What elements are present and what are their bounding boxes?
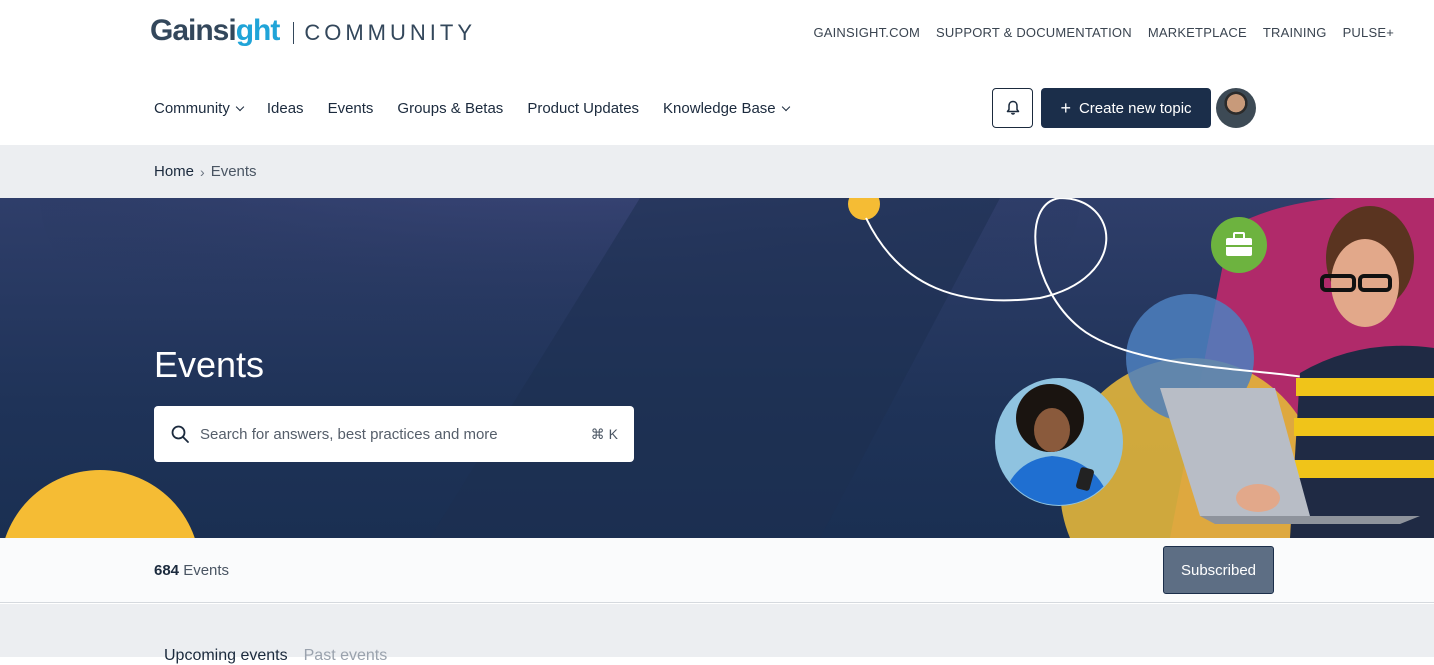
nav-knowledge-base-label: Knowledge Base: [663, 100, 776, 117]
util-link-pulse[interactable]: PULSE+: [1343, 25, 1394, 40]
util-link-training[interactable]: TRAINING: [1263, 25, 1327, 40]
plus-icon: +: [1060, 98, 1071, 118]
breadcrumb-bar: Home › Events: [0, 145, 1434, 198]
util-link-gainsight[interactable]: GAINSIGHT.COM: [813, 25, 920, 40]
nav-ideas[interactable]: Ideas: [267, 100, 304, 117]
breadcrumb-current: Events: [210, 163, 257, 180]
logo-divider: [293, 22, 295, 44]
events-count: 684 Events: [154, 562, 229, 579]
subscribed-button[interactable]: Subscribed: [1163, 546, 1274, 594]
search-box[interactable]: ⌘ K: [154, 406, 634, 462]
events-tabs-area: Upcoming events Past events: [0, 604, 1434, 664]
gainsight-community-logo[interactable]: Gainsight COMMUNITY: [150, 14, 476, 48]
breadcrumb-separator: ›: [200, 163, 205, 180]
logo-accent: ght: [235, 14, 281, 47]
page-title: Events: [154, 344, 265, 385]
logo-wordmark: Gainsight: [150, 14, 281, 47]
nav-community[interactable]: Community: [154, 100, 245, 117]
notifications-button[interactable]: [992, 88, 1033, 128]
breadcrumb: Home › Events: [154, 163, 257, 180]
create-new-topic-label: Create new topic: [1078, 99, 1192, 117]
tab-upcoming-events[interactable]: Upcoming events: [164, 647, 288, 665]
events-hero-banner: Events ⌘ K: [0, 198, 1434, 538]
tab-past-events[interactable]: Past events: [304, 647, 388, 665]
chevron-down-icon: [235, 102, 245, 112]
nav-groups-betas[interactable]: Groups & Betas: [397, 100, 503, 117]
main-navigation: Community Ideas Events Groups & Betas Pr…: [0, 72, 1434, 144]
events-count-label: Events: [183, 562, 230, 579]
nav-ideas-label: Ideas: [266, 100, 304, 117]
nav-community-label: Community: [154, 100, 230, 117]
breadcrumb-home[interactable]: Home: [154, 163, 194, 180]
nav-knowledge-base[interactable]: Knowledge Base: [663, 100, 790, 117]
logo-community-text: COMMUNITY: [304, 20, 476, 45]
events-count-bar: 684 Events Subscribed: [0, 538, 1434, 603]
search-input[interactable]: [200, 425, 591, 443]
util-link-support[interactable]: SUPPORT & DOCUMENTATION: [936, 25, 1132, 40]
bell-icon: [1006, 100, 1019, 115]
nav-events[interactable]: Events: [328, 100, 374, 117]
nav-groups-label: Groups & Betas: [397, 100, 504, 117]
nav-events-label: Events: [327, 100, 374, 117]
nav-product-updates[interactable]: Product Updates: [527, 100, 639, 117]
util-link-marketplace[interactable]: MARKETPLACE: [1148, 25, 1247, 40]
keyboard-shortcut-hint: ⌘ K: [590, 425, 618, 442]
nav-items: Community Ideas Events Groups & Betas Pr…: [154, 100, 790, 117]
chevron-down-icon: [781, 102, 790, 112]
nav-product-updates-label: Product Updates: [527, 100, 640, 117]
user-avatar[interactable]: [1216, 88, 1256, 128]
top-utility-bar: Gainsight COMMUNITY GAINSIGHT.COM SUPPOR…: [0, 0, 1434, 70]
search-icon: [171, 425, 189, 443]
events-count-number: 684: [154, 562, 180, 579]
utility-links: GAINSIGHT.COM SUPPORT & DOCUMENTATION MA…: [813, 25, 1394, 40]
events-tabs: Upcoming events Past events: [164, 647, 387, 665]
create-new-topic-button[interactable]: + Create new topic: [1041, 88, 1211, 128]
